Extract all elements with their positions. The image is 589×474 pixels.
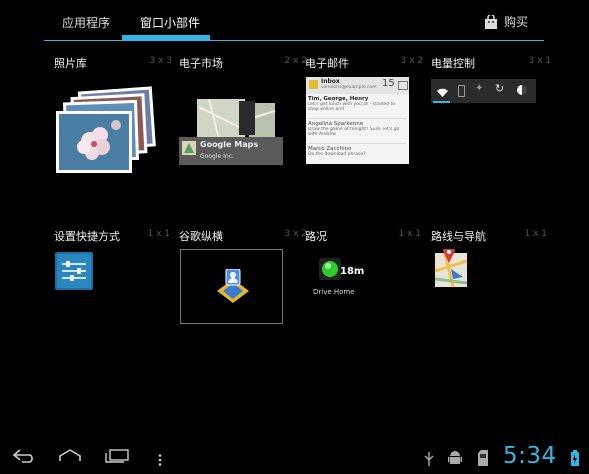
widget-photo-gallery[interactable]: 照片库 3 x 3	[54, 55, 172, 215]
back-icon[interactable]	[12, 448, 36, 467]
email-account: someone@example.com	[321, 85, 377, 90]
recent-apps-icon[interactable]	[105, 448, 129, 467]
widget-market[interactable]: 电子市场 2 x 2 Google Maps Google Inc.	[179, 55, 307, 215]
shopping-bag-icon	[484, 14, 498, 29]
widget-size: 3 x 3	[149, 56, 173, 66]
gps-icon: ✦	[475, 83, 484, 94]
widget-size: 1 x 1	[147, 229, 171, 239]
sd-card-icon	[478, 450, 488, 470]
widget-power-control[interactable]: 电量控制 3 x 1 ✦ ↻	[431, 55, 551, 215]
buy-button[interactable]: 购买	[484, 13, 528, 30]
widget-navigation[interactable]: 路线与导航 1 x 1	[431, 228, 547, 388]
header-divider	[44, 40, 544, 41]
traffic-light-icon	[319, 258, 341, 284]
email-unread-count: 15	[382, 78, 395, 89]
brightness-icon	[517, 85, 527, 95]
widget-size: 1 x 1	[398, 229, 422, 239]
photo-stack-preview	[56, 81, 164, 181]
usb-icon	[424, 451, 434, 470]
battery-icon	[458, 85, 465, 97]
clock: 5:34	[503, 443, 557, 469]
market-preview: Google Maps Google Inc.	[179, 98, 285, 171]
home-icon[interactable]	[58, 448, 82, 467]
email-message-list: Tim, George, Henry Let's get lunch with …	[308, 96, 406, 164]
power-control-preview: ✦ ↻	[431, 79, 536, 103]
traffic-destination: Drive Home	[313, 288, 355, 296]
compose-icon	[398, 81, 408, 90]
widget-name: 电量控制	[431, 57, 475, 70]
buy-label: 购买	[504, 15, 529, 29]
widget-name: 路况	[305, 230, 327, 243]
email-snippet: Do the download phrase?	[308, 152, 366, 157]
widget-settings-shortcut[interactable]: 设置快捷方式 1 x 1	[54, 228, 170, 388]
widget-name: 照片库	[54, 57, 87, 70]
market-app-title: Google Maps	[200, 140, 259, 149]
email-snippet: Let's get lunch with you all - started t…	[308, 102, 395, 112]
widget-size: 1 x 1	[524, 229, 548, 239]
latitude-preview	[180, 249, 283, 324]
email-snippet: Draw the game of tonight? Sure, let's go…	[308, 127, 400, 137]
settings-icon	[55, 252, 93, 294]
widget-email[interactable]: 电子邮件 3 x 2 Inbox someone@example.com 15 …	[305, 55, 423, 215]
menu-icon[interactable]	[158, 451, 162, 470]
market-app-developer: Google Inc.	[200, 153, 234, 160]
email-inbox-label: Inbox	[321, 78, 340, 85]
android-debug-icon	[448, 450, 462, 470]
email-row: Angelina Sparkenne Draw the game of toni…	[308, 121, 406, 144]
email-row: Tim, George, Henry Let's get lunch with …	[308, 96, 406, 119]
top-bar: 应用程序 窗口小部件 购买	[0, 0, 589, 42]
widget-name: 谷歌纵横	[179, 230, 223, 243]
tab-widgets[interactable]: 窗口小部件	[140, 14, 200, 31]
sync-icon: ↻	[495, 82, 505, 95]
email-header: Inbox someone@example.com 15	[306, 77, 409, 94]
traffic-minutes: 18m	[340, 266, 365, 277]
widget-name: 电子邮件	[305, 57, 349, 70]
widget-name: 电子市场	[179, 57, 223, 70]
email-row: Marco Zacchino Do the download phrase?	[308, 146, 406, 164]
widget-size: 3 x 2	[400, 56, 424, 66]
widget-traffic[interactable]: 路况 1 x 1 18m Drive Home	[305, 228, 421, 388]
battery-status-icon	[571, 450, 579, 470]
widget-latitude[interactable]: 谷歌纵横 3 x 2	[179, 228, 307, 388]
system-navigation-bar	[0, 440, 589, 474]
wifi-icon	[437, 83, 448, 102]
widget-name: 路线与导航	[431, 230, 486, 243]
widget-size: 3 x 1	[528, 56, 552, 66]
widget-size: 2 x 2	[284, 56, 308, 66]
latitude-icon	[215, 268, 251, 307]
navigation-icon	[433, 245, 469, 293]
tab-apps[interactable]: 应用程序	[62, 14, 110, 31]
envelope-icon	[309, 80, 318, 89]
email-preview: Inbox someone@example.com 15 Tim, George…	[306, 77, 409, 164]
widget-size: 3 x 2	[284, 229, 308, 239]
traffic-preview: 18m Drive Home	[313, 254, 371, 302]
widget-name: 设置快捷方式	[54, 230, 120, 243]
